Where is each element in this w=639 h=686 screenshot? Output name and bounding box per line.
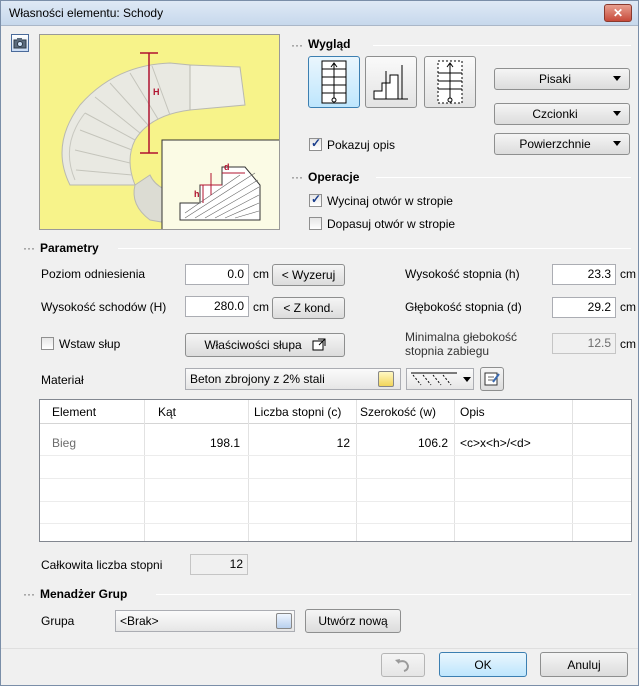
powierzchnie-label: Powierzchnie (519, 137, 591, 151)
col-opis[interactable]: Opis (460, 405, 485, 419)
min-gleb-label: Minimalna głebokość stopnia zabiegu (405, 330, 517, 358)
poziom-input[interactable]: 0.0 (185, 264, 249, 285)
close-button[interactable]: ✕ (604, 4, 632, 22)
col-liczba[interactable]: Liczba stopni (c) (254, 405, 341, 419)
section-wyglad-title: Wygląd (308, 37, 351, 51)
wlasciwosci-slupa-button[interactable]: Właściwości słupa (185, 333, 345, 357)
cell-kat[interactable]: 198.1 (190, 436, 240, 450)
z-kond-button[interactable]: < Z kond. (272, 297, 345, 319)
show-desc-checkbox[interactable] (309, 136, 322, 151)
undo-icon (395, 659, 410, 672)
cell-liczba[interactable]: 12 (290, 436, 350, 450)
dropdown-arrow-icon (613, 141, 621, 146)
cell-opis[interactable]: <c>x<h>/<d> (460, 436, 531, 450)
table-header: Element Kąt Liczba stopni (c) Szerokość … (40, 400, 631, 424)
stair-side-icon (373, 65, 408, 100)
window-title: Własności elementu: Schody (9, 6, 164, 20)
hatch-select[interactable] (406, 368, 474, 390)
dim-d-label: d (224, 162, 230, 172)
wstaw-slup-label: Wstaw słup (59, 337, 121, 351)
wys-stopnia-unit: cm (620, 267, 636, 281)
properties-dialog: Własności elementu: Schody ✕ H d h ··· W… (0, 0, 639, 686)
wys-stopnia-label: Wysokość stopnia (h) (405, 267, 520, 281)
show-desc-label: Pokazuj opis (327, 138, 396, 152)
wstaw-slup-checkbox[interactable] (41, 337, 54, 350)
fit-hole-label: Dopasuj otwór w stropie (327, 217, 456, 231)
fit-hole-checkbox[interactable] (309, 217, 322, 230)
section-operacje-title: Operacje (308, 170, 360, 184)
undo-button[interactable] (381, 653, 425, 677)
min-gleb-input: 12.5 (552, 333, 616, 354)
grupa-label: Grupa (41, 614, 75, 628)
section-menadzer-title: Menadżer Grup (40, 587, 128, 601)
steps-table: Element Kąt Liczba stopni (c) Szerokość … (39, 399, 632, 542)
ok-button[interactable]: OK (439, 652, 527, 677)
dim-H-label: H (153, 87, 160, 97)
col-kat[interactable]: Kąt (158, 405, 176, 419)
total-label: Całkowita liczba stopni (41, 558, 163, 572)
wlasciwosci-slupa-label: Właściwości słupa (204, 338, 302, 352)
cut-hole-label: Wycinaj otwór w stropie (327, 194, 453, 208)
cut-hole-checkbox[interactable] (309, 192, 322, 207)
col-element[interactable]: Element (52, 405, 96, 419)
hatch-edit-button[interactable] (480, 367, 504, 391)
stair-dashed-icon (437, 60, 463, 104)
create-group-button[interactable]: Utwórz nową (305, 609, 401, 633)
wys-schodow-unit: cm (253, 300, 269, 314)
czcionki-button[interactable]: Czcionki (494, 103, 630, 125)
cell-element: Bieg (52, 436, 77, 450)
dropdown-arrow-icon (613, 111, 621, 116)
open-dialog-icon (312, 338, 326, 351)
gleb-stopnia-input[interactable]: 29.2 (552, 297, 616, 318)
min-gleb-label-line1: Minimalna głebokość (405, 330, 518, 344)
material-label: Materiał (41, 373, 84, 387)
poziom-label: Poziom odniesienia (41, 267, 146, 281)
grupa-select[interactable]: <Brak> (115, 610, 295, 632)
wyzeruj-button[interactable]: < Wyzeruj (272, 264, 345, 286)
edit-icon (484, 372, 500, 386)
dropdown-arrow-icon (613, 76, 621, 81)
chevron-down-icon (463, 377, 471, 382)
pisaki-label: Pisaki (538, 72, 571, 86)
section-parametry-title: Parametry (40, 241, 99, 255)
stair-preview-image: H d h (39, 34, 280, 230)
pisaki-button[interactable]: Pisaki (494, 68, 630, 90)
view-dashed-button[interactable] (424, 56, 476, 108)
group-picker-icon[interactable] (276, 613, 292, 629)
wys-schodow-label: Wysokość schodów (H) (41, 300, 167, 314)
poziom-unit: cm (253, 267, 269, 281)
wys-stopnia-input[interactable]: 23.3 (552, 264, 616, 285)
title-bar: Własności elementu: Schody ✕ (1, 1, 638, 26)
min-gleb-label-line2: stopnia zabiegu (405, 344, 490, 358)
material-value: Beton zbrojony z 2% stali (190, 372, 325, 386)
grupa-value: <Brak> (120, 614, 159, 628)
wys-schodow-input[interactable]: 280.0 (185, 296, 249, 317)
powierzchnie-button[interactable]: Powierzchnie (494, 133, 630, 155)
gleb-stopnia-label: Głębokość stopnia (d) (405, 300, 522, 314)
material-picker-icon[interactable] (378, 371, 394, 387)
dim-h-label: h (194, 189, 200, 199)
total-value: 12 (190, 554, 248, 575)
view-plan-button[interactable] (308, 56, 360, 108)
camera-icon[interactable] (11, 34, 29, 52)
col-szerokosc[interactable]: Szerokość (w) (360, 405, 436, 419)
cancel-button[interactable]: Anuluj (540, 652, 628, 677)
view-section-button[interactable] (365, 56, 417, 108)
material-select[interactable]: Beton zbrojony z 2% stali (185, 368, 401, 390)
cell-szerokosc[interactable]: 106.2 (390, 436, 448, 450)
stair-plan-icon (321, 60, 347, 104)
gleb-stopnia-unit: cm (620, 300, 636, 314)
min-gleb-unit: cm (620, 337, 636, 351)
czcionki-label: Czcionki (532, 107, 578, 121)
hatch-pattern-icon (411, 372, 457, 386)
